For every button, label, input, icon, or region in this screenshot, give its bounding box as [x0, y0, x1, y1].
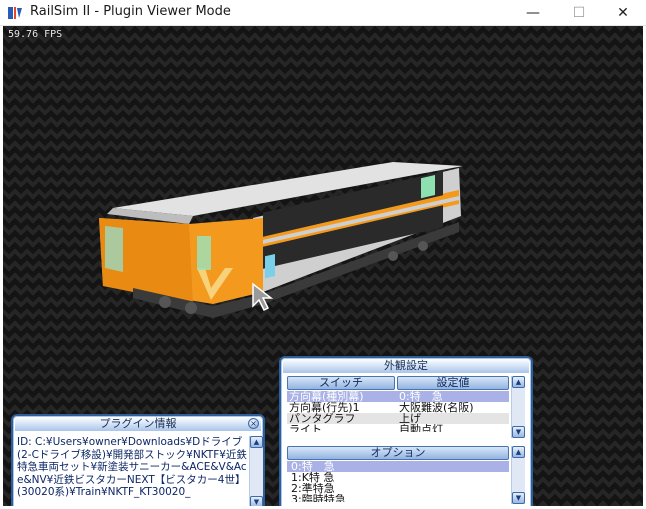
switch-value: 上げ: [399, 413, 421, 424]
scroll-up-icon[interactable]: ▲: [250, 436, 263, 448]
switch-row[interactable]: ライト 自動点灯: [287, 424, 509, 432]
railsim-app-icon: [8, 7, 22, 19]
train-model: [99, 162, 463, 318]
switch-name: ライト: [289, 424, 322, 432]
3d-viewport[interactable]: 59.76 FPS プラグイン情報 × ID: C:¥Users¥owner¥D…: [3, 26, 643, 506]
switch-value: 大阪難波(名阪): [399, 402, 474, 413]
minimize-icon: —: [526, 5, 540, 21]
scroll-up-icon[interactable]: ▲: [512, 446, 525, 458]
appearance-settings-panel: 外観設定 スイッチ 設定値 方向幕(種別幕) 0:特 急 方向幕(行先)1 大阪…: [279, 356, 533, 506]
close-icon: ✕: [617, 5, 629, 21]
plugin-info-title: プラグイン情報: [15, 417, 261, 431]
maximize-button[interactable]: ☐: [556, 0, 602, 26]
switch-list-scrollbar[interactable]: ▲ ▼: [511, 376, 525, 438]
scroll-down-icon[interactable]: ▼: [512, 426, 525, 438]
close-window-button[interactable]: ✕: [600, 0, 646, 26]
window-title: RailSim II - Plugin Viewer Mode: [30, 4, 231, 19]
plugin-info-panel: プラグイン情報 × ID: C:¥Users¥owner¥Downloads¥D…: [11, 414, 265, 506]
switch-value: 自動点灯: [399, 424, 443, 432]
plugin-info-scrollbar[interactable]: ▲ ▼: [249, 436, 263, 506]
value-column-header[interactable]: 設定値: [397, 376, 509, 390]
option-item[interactable]: 0:特 急: [287, 461, 509, 472]
switch-name: 方向幕(種別幕): [289, 391, 364, 402]
scroll-down-icon[interactable]: ▼: [512, 492, 525, 504]
appearance-title: 外観設定: [283, 359, 529, 373]
scroll-down-icon[interactable]: ▼: [250, 496, 263, 506]
close-panel-icon[interactable]: ×: [248, 418, 259, 429]
fps-counter: 59.76 FPS: [8, 29, 63, 40]
window-titlebar: RailSim II - Plugin Viewer Mode — ☐ ✕: [0, 0, 646, 26]
option-item[interactable]: 3:臨時特急: [287, 494, 509, 502]
option-item[interactable]: 1:K特 急: [287, 472, 509, 483]
switch-row[interactable]: 方向幕(行先)1 大阪難波(名阪): [287, 402, 509, 413]
switch-row[interactable]: パンタグラフ 上げ: [287, 413, 509, 424]
plugin-info-text: ID: C:¥Users¥owner¥Downloads¥Dドライブ(2-Cドラ…: [17, 436, 247, 498]
switch-value: 0:特 急: [399, 391, 443, 402]
scroll-up-icon[interactable]: ▲: [512, 376, 525, 388]
maximize-icon: ☐: [572, 5, 586, 21]
switch-name: パンタグラフ: [289, 413, 356, 424]
switch-column-header[interactable]: スイッチ: [287, 376, 395, 390]
option-list-scrollbar[interactable]: ▲ ▼: [511, 446, 525, 504]
mouse-pointer-icon: [252, 282, 274, 312]
option-item[interactable]: 2:準特急: [287, 483, 509, 494]
switch-row[interactable]: 方向幕(種別幕) 0:特 急: [287, 391, 509, 402]
option-column-header[interactable]: オプション: [287, 446, 509, 460]
switch-name: 方向幕(行先)1: [289, 402, 360, 413]
minimize-button[interactable]: —: [510, 0, 556, 26]
